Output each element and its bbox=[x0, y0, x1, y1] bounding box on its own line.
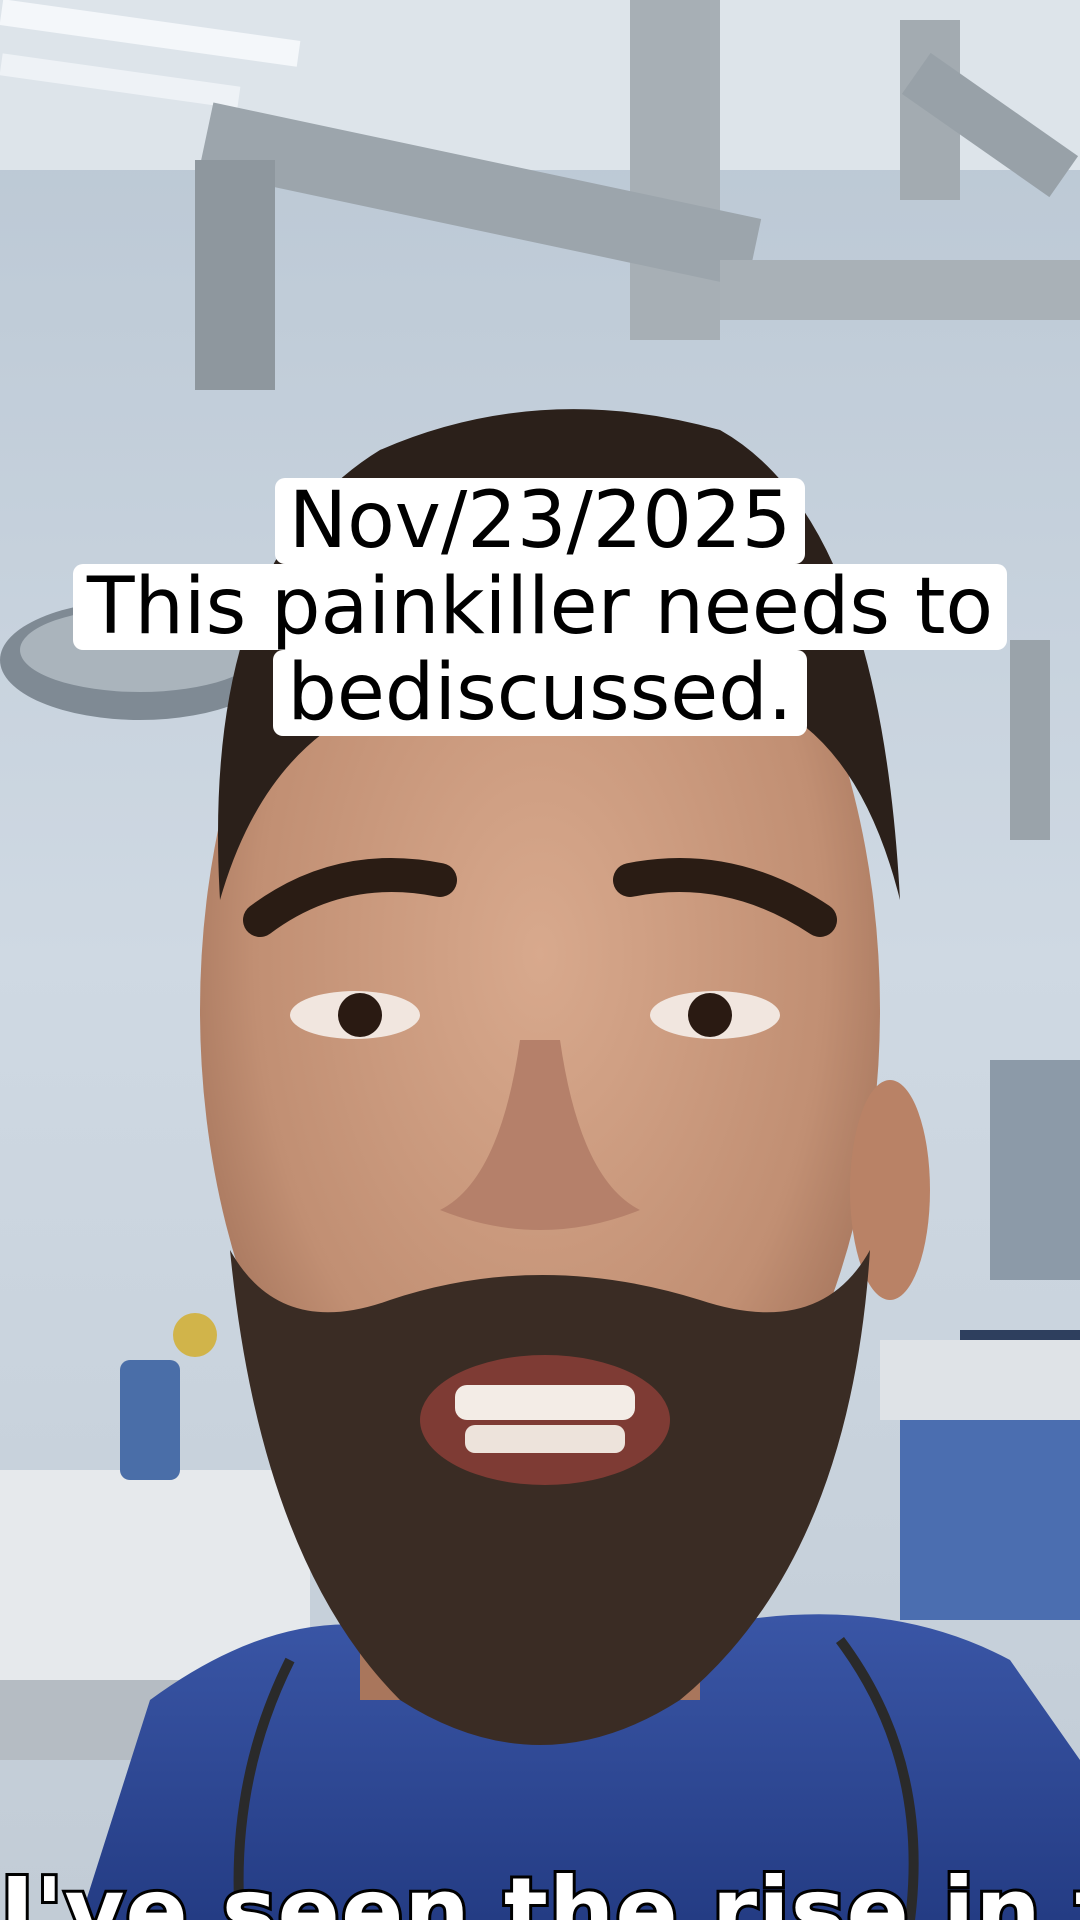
video-background bbox=[0, 0, 1080, 1920]
headline-line-2: bediscussed. bbox=[273, 650, 807, 736]
headline-line-1: This painkiller needs to bbox=[72, 564, 1008, 650]
spoken-subtitle: I've seen the rise in this bbox=[0, 1855, 1080, 1920]
headline-overlay: Nov/23/2025 This painkiller needs to bed… bbox=[0, 478, 1080, 736]
video-frame[interactable]: Nov/23/2025 This painkiller needs to bed… bbox=[0, 0, 1080, 1920]
date-caption: Nov/23/2025 bbox=[274, 478, 806, 564]
